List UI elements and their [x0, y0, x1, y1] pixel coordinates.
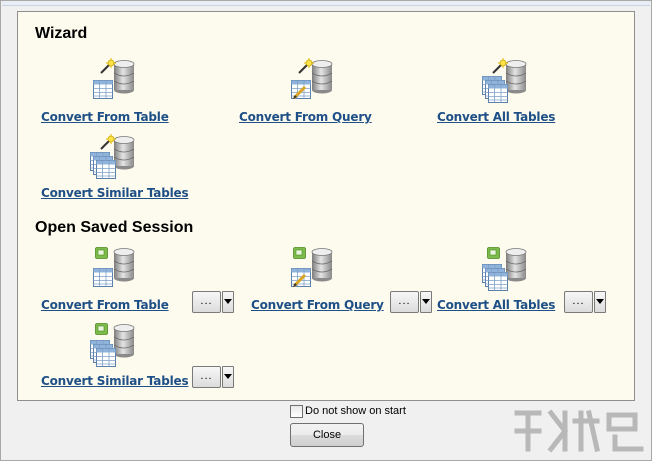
session-all-tables-database-icon: [482, 247, 527, 291]
wizard-convert-from-query-link[interactable]: Convert From Query: [239, 110, 372, 124]
session-similar-tables-picker: ...: [192, 366, 234, 388]
start-dialog-window: Wizard Convert From Table Convert From Q…: [0, 0, 652, 461]
wizard-similar-tables-database-icon: [90, 134, 135, 179]
wizard-all-tables-database-icon: [482, 58, 527, 103]
wizard-query-database-icon: [291, 58, 333, 101]
session-all-tables-picker: ...: [564, 291, 606, 313]
session-convert-from-table-link[interactable]: Convert From Table: [41, 298, 169, 312]
chevron-down-icon: [422, 299, 430, 304]
session-similar-tables-database-icon: [90, 323, 135, 367]
session-history-dropdown[interactable]: [222, 366, 234, 388]
browse-session-button[interactable]: ...: [192, 291, 221, 313]
session-from-query-picker: ...: [390, 291, 432, 313]
wizard-convert-from-table-link[interactable]: Convert From Table: [41, 110, 169, 124]
session-convert-from-query-link[interactable]: Convert From Query: [251, 298, 384, 312]
saved-session-section-title: Open Saved Session: [35, 219, 194, 236]
session-query-database-icon: [291, 247, 333, 289]
session-history-dropdown[interactable]: [420, 291, 432, 313]
session-history-dropdown[interactable]: [222, 291, 234, 313]
session-table-database-icon: [93, 247, 135, 287]
wizard-section-title: Wizard: [35, 25, 88, 42]
chevron-down-icon: [596, 299, 604, 304]
browse-session-button[interactable]: ...: [564, 291, 593, 313]
session-from-table-picker: ...: [192, 291, 234, 313]
close-button[interactable]: Close: [290, 423, 364, 447]
chevron-down-icon: [224, 374, 232, 379]
wizard-table-database-icon: [93, 58, 135, 99]
browse-session-button[interactable]: ...: [192, 366, 221, 388]
browse-session-button[interactable]: ...: [390, 291, 419, 313]
wizard-convert-similar-tables-link[interactable]: Convert Similar Tables: [41, 186, 189, 200]
chevron-down-icon: [224, 299, 232, 304]
wizard-convert-all-tables-link[interactable]: Convert All Tables: [437, 110, 555, 124]
session-convert-all-tables-link[interactable]: Convert All Tables: [437, 298, 555, 312]
window-title-strip: [2, 1, 650, 6]
watermark-logo: [514, 409, 644, 453]
do-not-show-label: Do not show on start: [305, 405, 406, 417]
start-panel: Wizard Convert From Table Convert From Q…: [17, 11, 635, 401]
session-convert-similar-tables-link[interactable]: Convert Similar Tables: [41, 374, 189, 388]
session-history-dropdown[interactable]: [594, 291, 606, 313]
do-not-show-checkbox[interactable]: [290, 405, 303, 418]
